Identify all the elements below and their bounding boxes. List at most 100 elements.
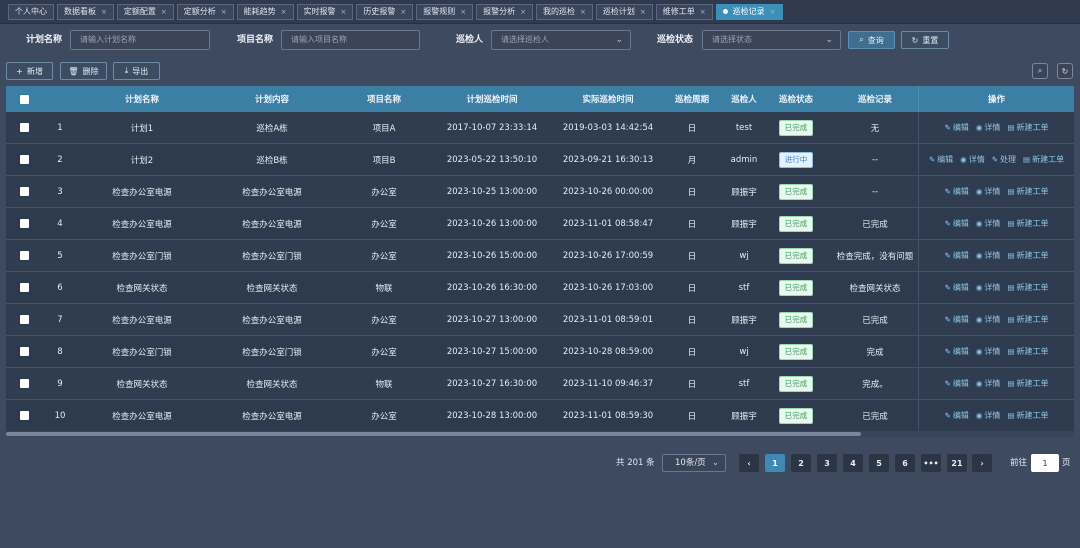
handle-link[interactable]: ✎ 处理 bbox=[992, 154, 1016, 165]
row-select-cell[interactable] bbox=[6, 272, 42, 303]
new-work-order-link[interactable]: ▤ 新建工单 bbox=[1007, 346, 1048, 357]
select-all-cell[interactable] bbox=[6, 86, 42, 112]
page-button[interactable]: 2 bbox=[791, 454, 811, 472]
scrollbar-thumb[interactable] bbox=[6, 432, 861, 436]
new-work-order-link[interactable]: ▤ 新建工单 bbox=[1007, 378, 1048, 389]
edit-link[interactable]: ✎ 编辑 bbox=[945, 314, 969, 325]
query-button[interactable]: ⌕ 查询 bbox=[848, 31, 895, 49]
detail-link[interactable]: ◉ 详情 bbox=[976, 186, 1001, 197]
close-icon[interactable]: × bbox=[640, 8, 646, 16]
tab-12[interactable]: 巡检记录 × bbox=[715, 3, 783, 20]
close-icon[interactable]: × bbox=[221, 8, 227, 16]
search-toggle-button[interactable]: ⌕ bbox=[1032, 63, 1048, 79]
horizontal-scrollbar[interactable] bbox=[6, 431, 1074, 437]
refresh-button[interactable]: ↻ bbox=[1057, 63, 1073, 79]
row-select-cell[interactable] bbox=[6, 336, 42, 367]
row-checkbox[interactable] bbox=[19, 379, 29, 388]
tab-3[interactable]: 定额分析 × bbox=[176, 3, 234, 20]
reset-button[interactable]: ↻ 重置 bbox=[901, 31, 949, 49]
more-pages-button[interactable]: ••• bbox=[921, 454, 941, 472]
page-button[interactable]: 21 bbox=[947, 454, 967, 472]
page-button[interactable]: 1 bbox=[765, 454, 785, 472]
close-icon[interactable]: × bbox=[700, 8, 706, 16]
detail-link[interactable]: ◉ 详情 bbox=[976, 218, 1001, 229]
close-icon[interactable]: × bbox=[341, 8, 347, 16]
add-button[interactable]: + 新增 bbox=[6, 62, 53, 80]
row-select-cell[interactable] bbox=[6, 176, 42, 207]
next-page-button[interactable]: › bbox=[972, 454, 992, 472]
tab-6[interactable]: 历史报警 × bbox=[356, 3, 414, 20]
new-work-order-link[interactable]: ▤ 新建工单 bbox=[1007, 122, 1048, 133]
page-button[interactable]: 3 bbox=[817, 454, 837, 472]
row-select-cell[interactable] bbox=[6, 112, 42, 143]
select-all-checkbox[interactable] bbox=[19, 94, 29, 104]
edit-link[interactable]: ✎ 编辑 bbox=[929, 154, 953, 165]
plan-name-input[interactable]: 请输入计划名称 bbox=[70, 30, 210, 50]
page-size-select[interactable]: 10条/页 ⌄ bbox=[662, 454, 726, 472]
close-icon[interactable]: × bbox=[161, 8, 167, 16]
tab-8[interactable]: 报警分析 × bbox=[476, 3, 533, 20]
row-checkbox[interactable] bbox=[19, 155, 29, 164]
detail-link[interactable]: ◉ 详情 bbox=[960, 154, 985, 165]
row-select-cell[interactable] bbox=[6, 368, 42, 399]
new-work-order-link[interactable]: ▤ 新建工单 bbox=[1007, 250, 1048, 261]
prev-page-button[interactable]: ‹ bbox=[739, 454, 759, 472]
new-work-order-link[interactable]: ▤ 新建工单 bbox=[1007, 218, 1048, 229]
page-button[interactable]: 5 bbox=[869, 454, 889, 472]
close-icon[interactable]: × bbox=[770, 8, 776, 16]
row-select-cell[interactable] bbox=[6, 144, 42, 175]
row-checkbox[interactable] bbox=[19, 187, 29, 196]
row-select-cell[interactable] bbox=[6, 400, 42, 431]
tab-9[interactable]: 我的巡检 × bbox=[536, 3, 593, 20]
tab-7[interactable]: 报警规则 × bbox=[416, 3, 474, 20]
close-icon[interactable]: × bbox=[520, 8, 526, 16]
tab-4[interactable]: 能耗趋势 × bbox=[236, 3, 294, 20]
detail-link[interactable]: ◉ 详情 bbox=[976, 378, 1001, 389]
close-icon[interactable]: × bbox=[460, 8, 466, 16]
detail-link[interactable]: ◉ 详情 bbox=[976, 122, 1001, 133]
tab-1[interactable]: 数据看板 × bbox=[57, 3, 114, 20]
detail-link[interactable]: ◉ 详情 bbox=[976, 282, 1001, 293]
row-checkbox[interactable] bbox=[19, 347, 29, 356]
page-button[interactable]: 6 bbox=[895, 454, 915, 472]
new-work-order-link[interactable]: ▤ 新建工单 bbox=[1007, 314, 1048, 325]
export-button[interactable]: ⤓ 导出 bbox=[113, 62, 160, 80]
page-button[interactable]: 4 bbox=[843, 454, 863, 472]
edit-link[interactable]: ✎ 编辑 bbox=[945, 282, 969, 293]
row-checkbox[interactable] bbox=[19, 219, 29, 228]
row-checkbox[interactable] bbox=[19, 251, 29, 260]
row-checkbox[interactable] bbox=[19, 283, 29, 292]
close-icon[interactable]: × bbox=[101, 8, 107, 16]
row-select-cell[interactable] bbox=[6, 240, 42, 271]
new-work-order-link[interactable]: ▤ 新建工单 bbox=[1007, 410, 1048, 421]
new-work-order-link[interactable]: ▤ 新建工单 bbox=[1007, 282, 1048, 293]
row-select-cell[interactable] bbox=[6, 208, 42, 239]
edit-link[interactable]: ✎ 编辑 bbox=[945, 122, 969, 133]
row-checkbox[interactable] bbox=[19, 123, 29, 132]
tab-10[interactable]: 巡检计划 × bbox=[595, 3, 653, 20]
edit-link[interactable]: ✎ 编辑 bbox=[945, 218, 969, 229]
close-icon[interactable]: × bbox=[400, 8, 406, 16]
new-work-order-link[interactable]: ▤ 新建工单 bbox=[1023, 154, 1064, 165]
edit-link[interactable]: ✎ 编辑 bbox=[945, 186, 969, 197]
new-work-order-link[interactable]: ▤ 新建工单 bbox=[1007, 186, 1048, 197]
tab-0[interactable]: 个人中心 bbox=[8, 3, 54, 20]
edit-link[interactable]: ✎ 编辑 bbox=[945, 410, 969, 421]
detail-link[interactable]: ◉ 详情 bbox=[976, 250, 1001, 261]
edit-link[interactable]: ✎ 编辑 bbox=[945, 250, 969, 261]
close-icon[interactable]: × bbox=[281, 8, 287, 16]
close-icon[interactable]: × bbox=[580, 8, 586, 16]
goto-page-input[interactable]: 1 bbox=[1031, 454, 1059, 472]
inspector-select[interactable]: 请选择巡检人 ⌄ bbox=[491, 30, 631, 50]
row-select-cell[interactable] bbox=[6, 304, 42, 335]
tab-2[interactable]: 定额配置 × bbox=[116, 3, 174, 20]
status-select[interactable]: 请选择状态 ⌄ bbox=[702, 30, 841, 50]
row-checkbox[interactable] bbox=[19, 411, 29, 420]
edit-link[interactable]: ✎ 编辑 bbox=[945, 378, 969, 389]
detail-link[interactable]: ◉ 详情 bbox=[976, 410, 1001, 421]
detail-link[interactable]: ◉ 详情 bbox=[976, 346, 1001, 357]
tab-5[interactable]: 实时报警 × bbox=[296, 3, 354, 20]
delete-button[interactable]: 🗑 删除 bbox=[60, 62, 107, 80]
tab-11[interactable]: 维修工单 × bbox=[655, 3, 713, 20]
row-checkbox[interactable] bbox=[19, 315, 29, 324]
